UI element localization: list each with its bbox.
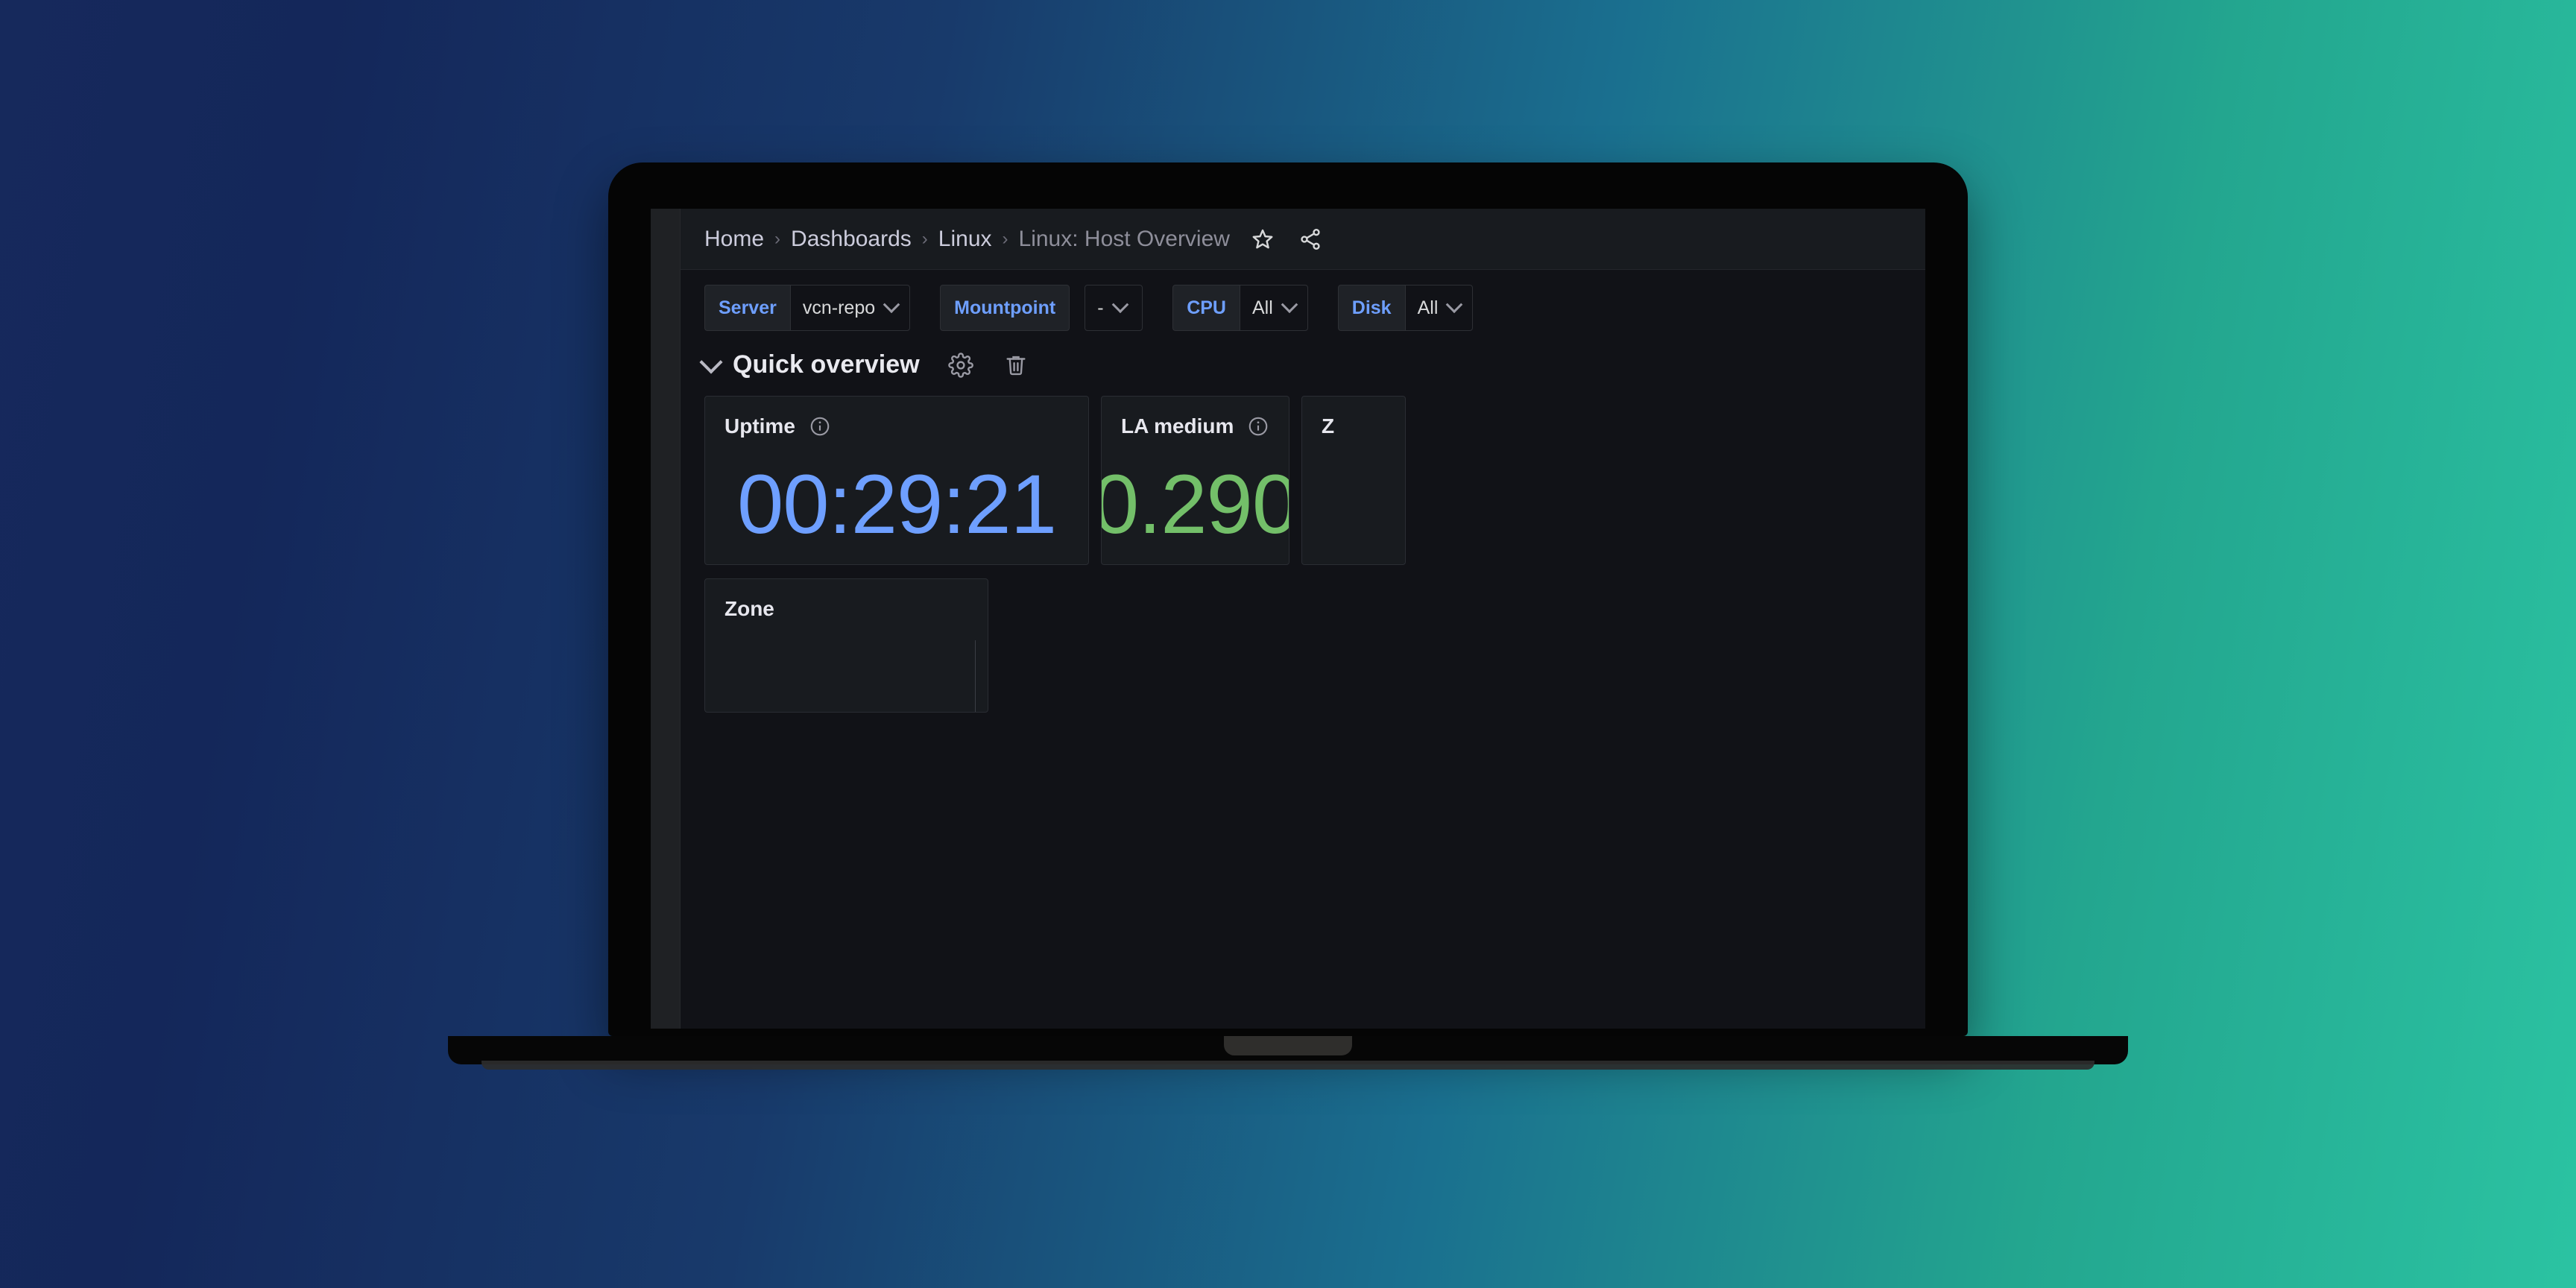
scene: Home › Dashboards › Linux › Linux: Host …	[0, 0, 2576, 1288]
variable-value-mountpoint-text: -	[1097, 297, 1104, 318]
panel-title: Zone	[724, 597, 774, 620]
chevron-down-icon	[1281, 296, 1298, 314]
variable-cpu: CPU All	[1172, 285, 1308, 331]
panel-clipped[interactable]: Z	[1301, 396, 1406, 565]
panel-header: Z	[1302, 397, 1405, 438]
breadcrumb-item-linux[interactable]: Linux	[938, 227, 992, 252]
variable-label-disk: Disk	[1337, 285, 1405, 331]
panel-header: Zone	[705, 579, 988, 621]
laptop-screen: Home › Dashboards › Linux › Linux: Host …	[651, 209, 1925, 1029]
variable-label-cpu: CPU	[1172, 285, 1240, 331]
variable-mountpoint: Mountpoint -	[940, 285, 1143, 331]
share-icon[interactable]	[1295, 224, 1325, 254]
panel-grid: Uptime 00:29:21 LA medium 0.290 Z Zone	[681, 385, 1925, 713]
panel-divider	[975, 640, 976, 712]
variable-server: Server vcn-repo	[704, 285, 911, 331]
variable-value-cpu[interactable]: All	[1239, 285, 1308, 331]
panel-zone[interactable]: Zone	[704, 578, 988, 713]
gear-icon[interactable]	[947, 351, 975, 379]
panel-row-2: Zone	[704, 578, 1925, 713]
panel-title: Uptime	[724, 414, 795, 438]
variable-label-mountpoint: Mountpoint	[940, 285, 1070, 331]
chevron-down-icon	[883, 296, 900, 314]
laptop-mockup: Home › Dashboards › Linux › Linux: Host …	[448, 162, 2128, 1070]
info-icon[interactable]	[1247, 415, 1269, 438]
stat-value-la-medium: 0.290	[1101, 458, 1289, 551]
breadcrumb-separator: ›	[921, 228, 928, 249]
variable-label-server: Server	[704, 285, 790, 331]
variable-value-disk[interactable]: All	[1404, 285, 1474, 331]
row-title: Quick overview	[733, 350, 920, 379]
laptop-base-lip	[482, 1061, 2094, 1070]
breadcrumb-separator: ›	[774, 228, 781, 249]
panel-title: Z	[1322, 414, 1335, 438]
dashboard-row-header[interactable]: Quick overview	[681, 343, 1925, 385]
variable-value-server-text: vcn-repo	[802, 297, 876, 318]
variable-value-disk-text: All	[1417, 297, 1439, 318]
breadcrumb-item-home[interactable]: Home	[704, 227, 764, 252]
variable-disk: Disk All	[1337, 285, 1474, 331]
breadcrumb: Home › Dashboards › Linux › Linux: Host …	[681, 209, 1925, 270]
variable-bar: Server vcn-repo Mountpoint - CPU All Dis…	[681, 270, 1925, 343]
panel-header: Uptime	[705, 397, 1088, 438]
grafana-app-body: Home › Dashboards › Linux › Linux: Host …	[681, 209, 1925, 1029]
panel-uptime[interactable]: Uptime 00:29:21	[704, 396, 1089, 565]
star-icon[interactable]	[1248, 224, 1278, 254]
variable-value-mountpoint[interactable]: -	[1085, 285, 1143, 331]
breadcrumb-separator: ›	[1002, 228, 1008, 249]
chevron-down-icon[interactable]	[699, 350, 723, 374]
trash-icon[interactable]	[1002, 351, 1030, 379]
mega-menu-strip[interactable]	[651, 209, 681, 1029]
laptop-trackpad-notch	[1224, 1036, 1352, 1055]
panel-row-1: Uptime 00:29:21 LA medium 0.290 Z	[704, 396, 1925, 565]
info-icon[interactable]	[809, 415, 831, 438]
chevron-down-icon	[1111, 296, 1128, 314]
stat-value-uptime: 00:29:21	[737, 458, 1057, 551]
chevron-down-icon	[1446, 296, 1463, 314]
variable-value-cpu-text: All	[1251, 297, 1273, 318]
breadcrumb-item-current: Linux: Host Overview	[1018, 226, 1230, 251]
panel-title: LA medium	[1121, 414, 1234, 438]
panel-la-medium[interactable]: LA medium 0.290	[1101, 396, 1289, 565]
panel-header: LA medium	[1102, 397, 1289, 438]
variable-value-server[interactable]: vcn-repo	[789, 285, 911, 331]
breadcrumb-item-dashboards[interactable]: Dashboards	[791, 227, 912, 252]
